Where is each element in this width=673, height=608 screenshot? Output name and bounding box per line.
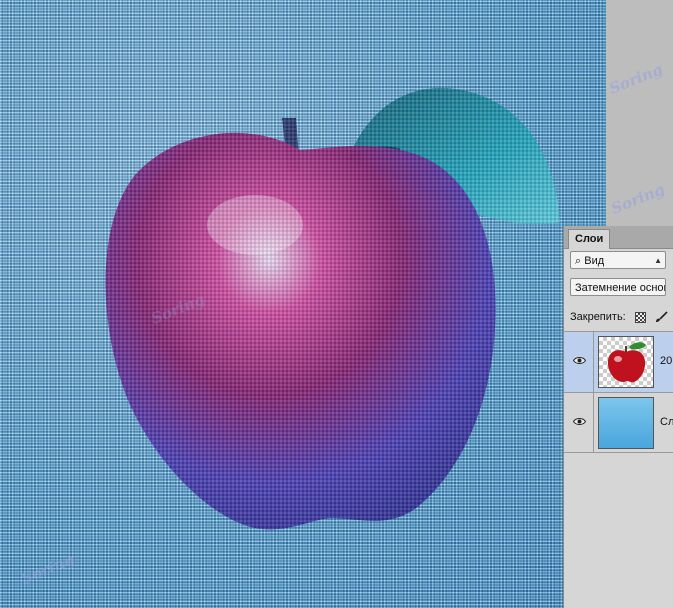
- layer-thumbnail: [598, 397, 654, 449]
- visibility-toggle[interactable]: [564, 332, 594, 392]
- lock-row: Закрепить:: [570, 308, 673, 326]
- panel-tab-bar: Слои: [564, 226, 673, 249]
- layer-name[interactable]: 20: [660, 355, 672, 367]
- lock-label: Закрепить:: [570, 311, 626, 323]
- watermark: Soring: [608, 180, 668, 218]
- layer-name[interactable]: Сл: [660, 416, 673, 428]
- lock-transparent-pixels-icon[interactable]: [634, 311, 646, 323]
- layer-filter-dropdown[interactable]: ⌕ Вид ▲: [570, 251, 666, 269]
- tab-layers[interactable]: Слои: [568, 229, 611, 249]
- layer-row-background[interactable]: Сл: [564, 392, 673, 453]
- eye-icon: [573, 418, 586, 425]
- layer-thumbnail: [598, 336, 654, 388]
- eye-icon: [573, 357, 586, 364]
- blend-mode-dropdown[interactable]: Затемнение основы: [570, 278, 666, 296]
- artwork-canvas[interactable]: Soring Soring Soring Soring Soring: [0, 0, 667, 608]
- document-canvas-area[interactable]: Soring Soring Soring Soring Soring Слои …: [0, 0, 673, 608]
- updown-arrows-icon: ▲: [654, 256, 662, 265]
- search-icon: ⌕: [575, 255, 582, 267]
- watermark: Soring: [606, 60, 666, 98]
- blend-mode-value: Затемнение основы: [575, 282, 665, 294]
- layer-filter-value: Вид: [584, 255, 605, 267]
- textured-apple-image: [0, 0, 606, 608]
- layer-row-apple[interactable]: 20: [564, 331, 673, 392]
- lock-image-pixels-brush-icon[interactable]: [654, 311, 668, 323]
- visibility-toggle[interactable]: [564, 393, 594, 453]
- layers-panel: Слои ⌕ Вид ▲ Затемнение основы Закрепить…: [563, 226, 673, 608]
- apple-thumbnail-icon: [607, 342, 646, 383]
